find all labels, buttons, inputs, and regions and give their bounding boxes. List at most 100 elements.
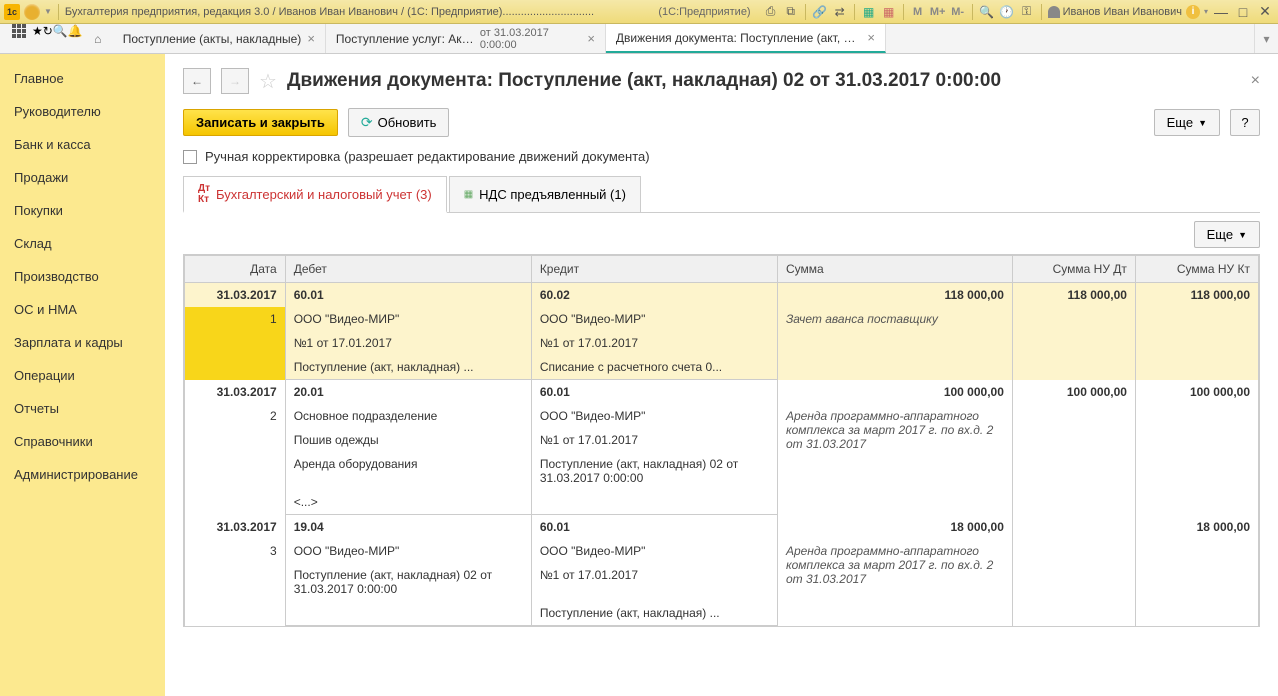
- cell-empty: [1012, 307, 1135, 380]
- cell-debit-line: Поступление (акт, накладная) 02 от 31.03…: [285, 563, 531, 601]
- table-row[interactable]: 31.03.201719.0460.0118 000,0018 000,00: [185, 515, 1259, 540]
- more-label: Еще: [1207, 227, 1233, 242]
- sidebar-item-bank[interactable]: Банк и касса: [0, 128, 165, 161]
- cell-credit-line: Списание с расчетного счета 0...: [531, 355, 777, 380]
- maximize-button[interactable]: □: [1234, 4, 1252, 20]
- user-menu[interactable]: Иванов Иван Иванович: [1048, 6, 1182, 18]
- th-nu-kt[interactable]: Сумма НУ Кт: [1135, 256, 1258, 283]
- sidebar-item-manager[interactable]: Руководителю: [0, 95, 165, 128]
- cell-sum: 118 000,00: [777, 283, 1012, 308]
- cell-debit-line: №1 от 17.01.2017: [285, 331, 531, 355]
- calendar-icon[interactable]: ▦: [881, 4, 897, 20]
- manual-edit-checkbox[interactable]: [183, 150, 197, 164]
- th-sum[interactable]: Сумма: [777, 256, 1012, 283]
- home-button[interactable]: ⌂: [83, 24, 113, 53]
- sidebar-item-purchases[interactable]: Покупки: [0, 194, 165, 227]
- sidebar-item-payroll[interactable]: Зарплата и кадры: [0, 326, 165, 359]
- print-icon[interactable]: ⎙: [763, 4, 779, 20]
- doc-tab-vat[interactable]: ▦ НДС предъявленный (1): [449, 176, 641, 212]
- compare-icon[interactable]: ⇄: [832, 4, 848, 20]
- cell-debit-line: Поступление (акт, накладная) ...: [285, 355, 531, 380]
- cell-date: 31.03.2017: [185, 380, 286, 405]
- calc-icon[interactable]: ▦: [861, 4, 877, 20]
- cell-debit-line: ООО "Видео-МИР": [285, 539, 531, 563]
- tab-label: Поступление услуг: Акт 02: [336, 32, 474, 46]
- sidebar-item-main[interactable]: Главное: [0, 62, 165, 95]
- cell-empty: [1135, 539, 1258, 626]
- sidebar-item-production[interactable]: Производство: [0, 260, 165, 293]
- link-icon[interactable]: 🔗: [812, 4, 828, 20]
- close-icon[interactable]: ×: [587, 31, 595, 46]
- cell-index: 3: [185, 539, 286, 626]
- sidebar-item-operations[interactable]: Операции: [0, 359, 165, 392]
- back-button[interactable]: ←: [183, 68, 211, 94]
- clock-icon[interactable]: 🕐: [999, 4, 1015, 20]
- sidebar-item-catalogs[interactable]: Справочники: [0, 425, 165, 458]
- forward-button[interactable]: →: [221, 68, 249, 94]
- help-button[interactable]: ?: [1230, 109, 1260, 136]
- bell-icon[interactable]: 🔔: [68, 24, 83, 53]
- cell-credit-line: №1 от 17.01.2017: [531, 331, 777, 355]
- table-more-button[interactable]: Еще ▼: [1194, 221, 1260, 248]
- more-button[interactable]: Еще ▼: [1154, 109, 1220, 136]
- cell-sum: 18 000,00: [777, 515, 1012, 540]
- info-dropdown-icon[interactable]: ▾: [1204, 7, 1208, 16]
- zoom-icon[interactable]: 🔍: [979, 4, 995, 20]
- cell-debit-line: Основное подразделение: [285, 404, 531, 428]
- tab-label: Поступление (акты, накладные): [123, 32, 302, 46]
- th-debit[interactable]: Дебет: [285, 256, 531, 283]
- sidebar-item-admin[interactable]: Администрирование: [0, 458, 165, 491]
- cell-date: 31.03.2017: [185, 283, 286, 308]
- cell-date: 31.03.2017: [185, 515, 286, 540]
- info-icon[interactable]: i: [1186, 5, 1200, 19]
- star-toolbar-icon[interactable]: ★: [32, 24, 43, 53]
- cell-debit-line: Пошив одежды: [285, 428, 531, 452]
- th-date[interactable]: Дата: [185, 256, 286, 283]
- close-page-button[interactable]: ×: [1251, 72, 1260, 90]
- m-plus-button[interactable]: M+: [930, 4, 946, 20]
- refresh-button[interactable]: ⟳ Обновить: [348, 108, 450, 137]
- doc-tab-accounting[interactable]: ДтКт Бухгалтерский и налоговый учет (3): [183, 176, 447, 213]
- apps-icon[interactable]: [12, 24, 26, 53]
- table-row[interactable]: 2Основное подразделениеООО "Видео-МИР"Ар…: [185, 404, 1259, 428]
- cell-nu-kt: 18 000,00: [1135, 515, 1258, 540]
- th-credit[interactable]: Кредит: [531, 256, 777, 283]
- cell-credit-acc: 60.01: [531, 380, 777, 405]
- th-nu-dt[interactable]: Сумма НУ Дт: [1012, 256, 1135, 283]
- doc-tab-label: НДС предъявленный (1): [479, 187, 626, 202]
- sidebar-item-assets[interactable]: ОС и НМА: [0, 293, 165, 326]
- close-window-button[interactable]: ✕: [1256, 3, 1274, 20]
- close-icon[interactable]: ×: [867, 30, 875, 45]
- copy-icon[interactable]: ⧉: [783, 4, 799, 20]
- minimize-button[interactable]: —: [1212, 4, 1230, 20]
- key-icon[interactable]: ⚿: [1019, 4, 1035, 20]
- table-row[interactable]: 31.03.201720.0160.01100 000,00100 000,00…: [185, 380, 1259, 405]
- close-icon[interactable]: ×: [307, 31, 315, 46]
- table-row[interactable]: 3ООО "Видео-МИР"ООО "Видео-МИР"Аренда пр…: [185, 539, 1259, 563]
- dropdown-icon[interactable]: ▼: [44, 7, 52, 16]
- m-button[interactable]: М: [910, 4, 926, 20]
- tab-0[interactable]: Поступление (акты, накладные) ×: [113, 24, 326, 53]
- m-minus-button[interactable]: M-: [950, 4, 966, 20]
- favorite-star-icon[interactable]: ☆: [259, 69, 277, 94]
- table-row[interactable]: 31.03.201760.0160.02118 000,00118 000,00…: [185, 283, 1259, 308]
- tab-2[interactable]: Движения документа: Поступление (акт, на…: [606, 24, 886, 53]
- history-icon[interactable]: ↻: [43, 24, 53, 53]
- chevron-down-icon: ▼: [1198, 118, 1207, 128]
- tab-overflow-button[interactable]: ▾: [1254, 24, 1278, 53]
- save-close-button[interactable]: Записать и закрыть: [183, 109, 338, 136]
- movements-table: Дата Дебет Кредит Сумма Сумма НУ Дт Сумм…: [183, 254, 1260, 627]
- cell-debit-line: <...>: [285, 490, 531, 515]
- content: ← → ☆ Движения документа: Поступление (а…: [165, 54, 1278, 696]
- doc-tab-label: Бухгалтерский и налоговый учет (3): [216, 187, 432, 202]
- cell-credit-line: Поступление (акт, накладная) 02 от 31.03…: [531, 452, 777, 490]
- tab-1[interactable]: Поступление услуг: Акт 02 от 31.03.2017 …: [326, 24, 606, 53]
- sidebar-item-sales[interactable]: Продажи: [0, 161, 165, 194]
- circle-icon[interactable]: [24, 4, 40, 20]
- sidebar-item-stock[interactable]: Склад: [0, 227, 165, 260]
- search-toolbar-icon[interactable]: 🔍: [53, 24, 68, 53]
- tab-label: Движения документа: Поступление (акт, на…: [616, 31, 861, 45]
- page-title: Движения документа: Поступление (акт, на…: [287, 70, 1001, 92]
- sidebar-item-reports[interactable]: Отчеты: [0, 392, 165, 425]
- table-row[interactable]: 1ООО "Видео-МИР"ООО "Видео-МИР"Зачет ава…: [185, 307, 1259, 331]
